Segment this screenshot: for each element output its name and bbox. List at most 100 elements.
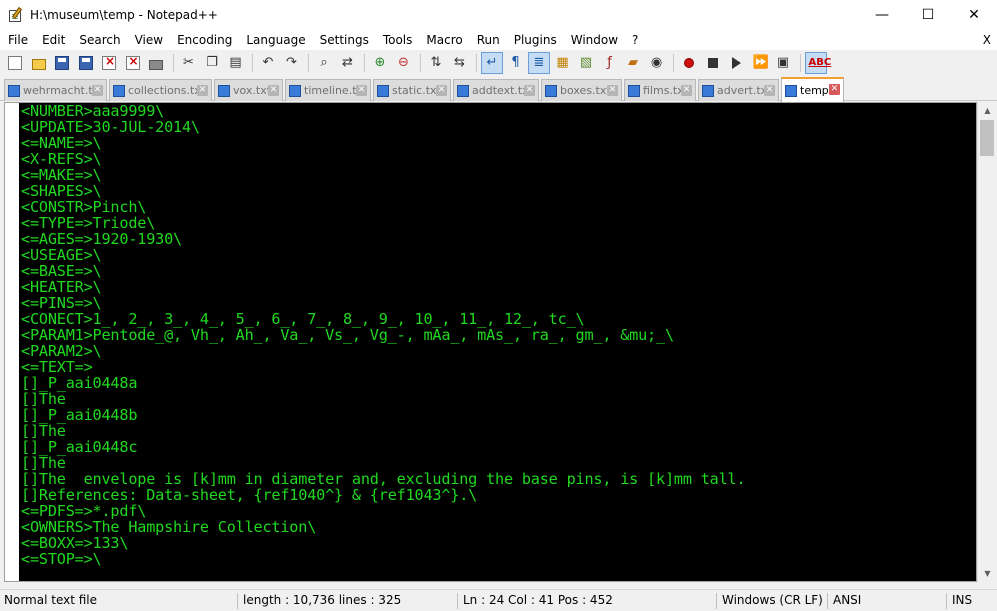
spell-check-button[interactable]: ABC: [804, 52, 831, 74]
editor-line[interactable]: []The envelope is [k]mm in diameter and,…: [21, 471, 976, 487]
close-window-button[interactable]: ✕: [951, 0, 997, 30]
editor-gutter[interactable]: [5, 103, 19, 581]
editor-line[interactable]: <USEAGE>\: [21, 247, 976, 263]
tab-temp[interactable]: temp ✕: [781, 77, 844, 102]
editor-line[interactable]: <=NAME=>\: [21, 135, 976, 151]
sync-vertical-button[interactable]: ⇅: [425, 52, 447, 74]
menu-window[interactable]: Window: [564, 30, 625, 50]
maximize-button[interactable]: ☐: [905, 0, 951, 30]
editor-line[interactable]: <X-REFS>\: [21, 151, 976, 167]
editor-line[interactable]: <=PDFS=>*.pdf\: [21, 503, 976, 519]
editor-line[interactable]: []The: [21, 423, 976, 439]
editor-line[interactable]: []_P_aai0448c: [21, 439, 976, 455]
menu-encoding[interactable]: Encoding: [170, 30, 239, 50]
text-area[interactable]: <NUMBER>aaa9999\ <UPDATE>30-JUL-2014\ <=NA…: [19, 103, 976, 581]
tab-boxes[interactable]: boxes.txt ✕: [541, 79, 622, 101]
editor-line[interactable]: []The: [21, 391, 976, 407]
paste-button[interactable]: ▤: [225, 52, 247, 74]
editor-line[interactable]: <UPDATE>30-JUL-2014\: [21, 119, 976, 135]
record-macro-button[interactable]: [678, 52, 700, 74]
new-file-button[interactable]: [4, 52, 26, 74]
editor-line[interactable]: <SHAPES>\: [21, 183, 976, 199]
menu-language[interactable]: Language: [239, 30, 312, 50]
play-macro-button[interactable]: [725, 52, 747, 74]
editor-line[interactable]: <=MAKE=>\: [21, 167, 976, 183]
tab-collections[interactable]: collections.txt ✕: [109, 79, 212, 101]
menu-macro[interactable]: Macro: [419, 30, 469, 50]
zoom-in-button[interactable]: ⊕: [369, 52, 391, 74]
show-all-chars-button[interactable]: ¶: [505, 52, 527, 74]
tab-close-icon[interactable]: ✕: [681, 85, 692, 96]
tab-close-icon[interactable]: ✕: [829, 84, 840, 95]
tab-close-icon[interactable]: ✕: [607, 85, 618, 96]
menu-plugins[interactable]: Plugins: [507, 30, 564, 50]
save-button[interactable]: [51, 52, 73, 74]
redo-button[interactable]: ↷: [281, 52, 303, 74]
editor-line[interactable]: <=AGES=>1920-1930\: [21, 231, 976, 247]
editor-line[interactable]: <CONECT>1_, 2_, 3_, 4_, 5_, 6_, 7_, 8_, …: [21, 311, 976, 327]
tab-wehrmacht[interactable]: wehrmacht.txt ✕: [4, 79, 107, 101]
menu-view[interactable]: View: [128, 30, 170, 50]
doc-map-button[interactable]: ▧: [575, 52, 597, 74]
minimize-button[interactable]: —: [859, 0, 905, 30]
tab-advert[interactable]: advert.txt ✕: [698, 79, 779, 101]
vertical-scrollbar[interactable]: ▲ ▼: [977, 102, 996, 582]
editor-line[interactable]: <=BASE=>\: [21, 263, 976, 279]
tab-timeline[interactable]: timeline.txt ✕: [285, 79, 371, 101]
find-button[interactable]: ⌕: [313, 52, 335, 74]
function-list-button[interactable]: ƒ: [599, 52, 621, 74]
copy-button[interactable]: ❐: [201, 52, 223, 74]
replace-button[interactable]: ⇄: [337, 52, 359, 74]
tab-close-icon[interactable]: ✕: [197, 85, 208, 96]
tab-close-icon[interactable]: ✕: [268, 85, 279, 96]
scroll-down-arrow-icon[interactable]: ▼: [978, 565, 997, 582]
tab-close-icon[interactable]: ✕: [436, 85, 447, 96]
tab-close-icon[interactable]: ✕: [764, 85, 775, 96]
editor-line[interactable]: <=TYPE=>Triode\: [21, 215, 976, 231]
menu-file[interactable]: File: [0, 30, 35, 50]
editor-line[interactable]: <PARAM1>Pentode_@, Vh_, Ah_, Va_, Vs_, V…: [21, 327, 976, 343]
tab-vox[interactable]: vox.txt ✕: [214, 79, 283, 101]
undo-button[interactable]: ↶: [257, 52, 279, 74]
user-language-button[interactable]: ▦: [552, 52, 574, 74]
zoom-out-button[interactable]: ⊖: [393, 52, 415, 74]
scroll-thumb[interactable]: [980, 120, 994, 156]
run-macro-multiple-button[interactable]: ⏩: [749, 52, 771, 74]
tab-addtext[interactable]: addtext.txt ✕: [453, 79, 539, 101]
menu-tools[interactable]: Tools: [376, 30, 420, 50]
cut-button[interactable]: ✂: [178, 52, 200, 74]
menu-settings[interactable]: Settings: [313, 30, 376, 50]
menu-edit[interactable]: Edit: [35, 30, 72, 50]
editor-pane[interactable]: <NUMBER>aaa9999\ <UPDATE>30-JUL-2014\ <=NA…: [4, 102, 977, 582]
close-file-button[interactable]: [98, 52, 120, 74]
save-all-button[interactable]: [75, 52, 97, 74]
editor-line[interactable]: <OWNERS>The Hampshire Collection\: [21, 519, 976, 535]
tab-close-icon[interactable]: ✕: [524, 85, 535, 96]
open-file-button[interactable]: [28, 52, 50, 74]
editor-line[interactable]: <NUMBER>aaa9999\: [21, 103, 976, 119]
menu-search[interactable]: Search: [72, 30, 127, 50]
sync-horizontal-button[interactable]: ⇆: [449, 52, 471, 74]
tab-static[interactable]: static.txt ✕: [373, 79, 451, 101]
close-document-button[interactable]: X: [983, 30, 991, 50]
tab-close-icon[interactable]: ✕: [92, 85, 103, 96]
print-button[interactable]: [145, 52, 167, 74]
close-all-button[interactable]: [122, 52, 144, 74]
monitoring-button[interactable]: ◉: [646, 52, 668, 74]
tab-close-icon[interactable]: ✕: [356, 85, 367, 96]
save-macro-button[interactable]: ▣: [772, 52, 794, 74]
editor-line[interactable]: []References: Data-sheet, {ref1040^} & {…: [21, 487, 976, 503]
editor-line[interactable]: <HEATER>\: [21, 279, 976, 295]
indent-guide-button[interactable]: ≣: [528, 52, 550, 74]
editor-line[interactable]: <=TEXT=>: [21, 359, 976, 375]
scroll-up-arrow-icon[interactable]: ▲: [978, 102, 997, 119]
stop-record-button[interactable]: [702, 52, 724, 74]
menu-help[interactable]: ?: [625, 30, 645, 50]
folder-workspace-button[interactable]: ▰: [622, 52, 644, 74]
tab-films[interactable]: films.txt ✕: [624, 79, 696, 101]
editor-line[interactable]: <=PINS=>\: [21, 295, 976, 311]
editor-line[interactable]: <PARAM2>\: [21, 343, 976, 359]
menu-run[interactable]: Run: [470, 30, 507, 50]
word-wrap-button[interactable]: ↵: [481, 52, 503, 74]
editor-line[interactable]: []_P_aai0448b: [21, 407, 976, 423]
